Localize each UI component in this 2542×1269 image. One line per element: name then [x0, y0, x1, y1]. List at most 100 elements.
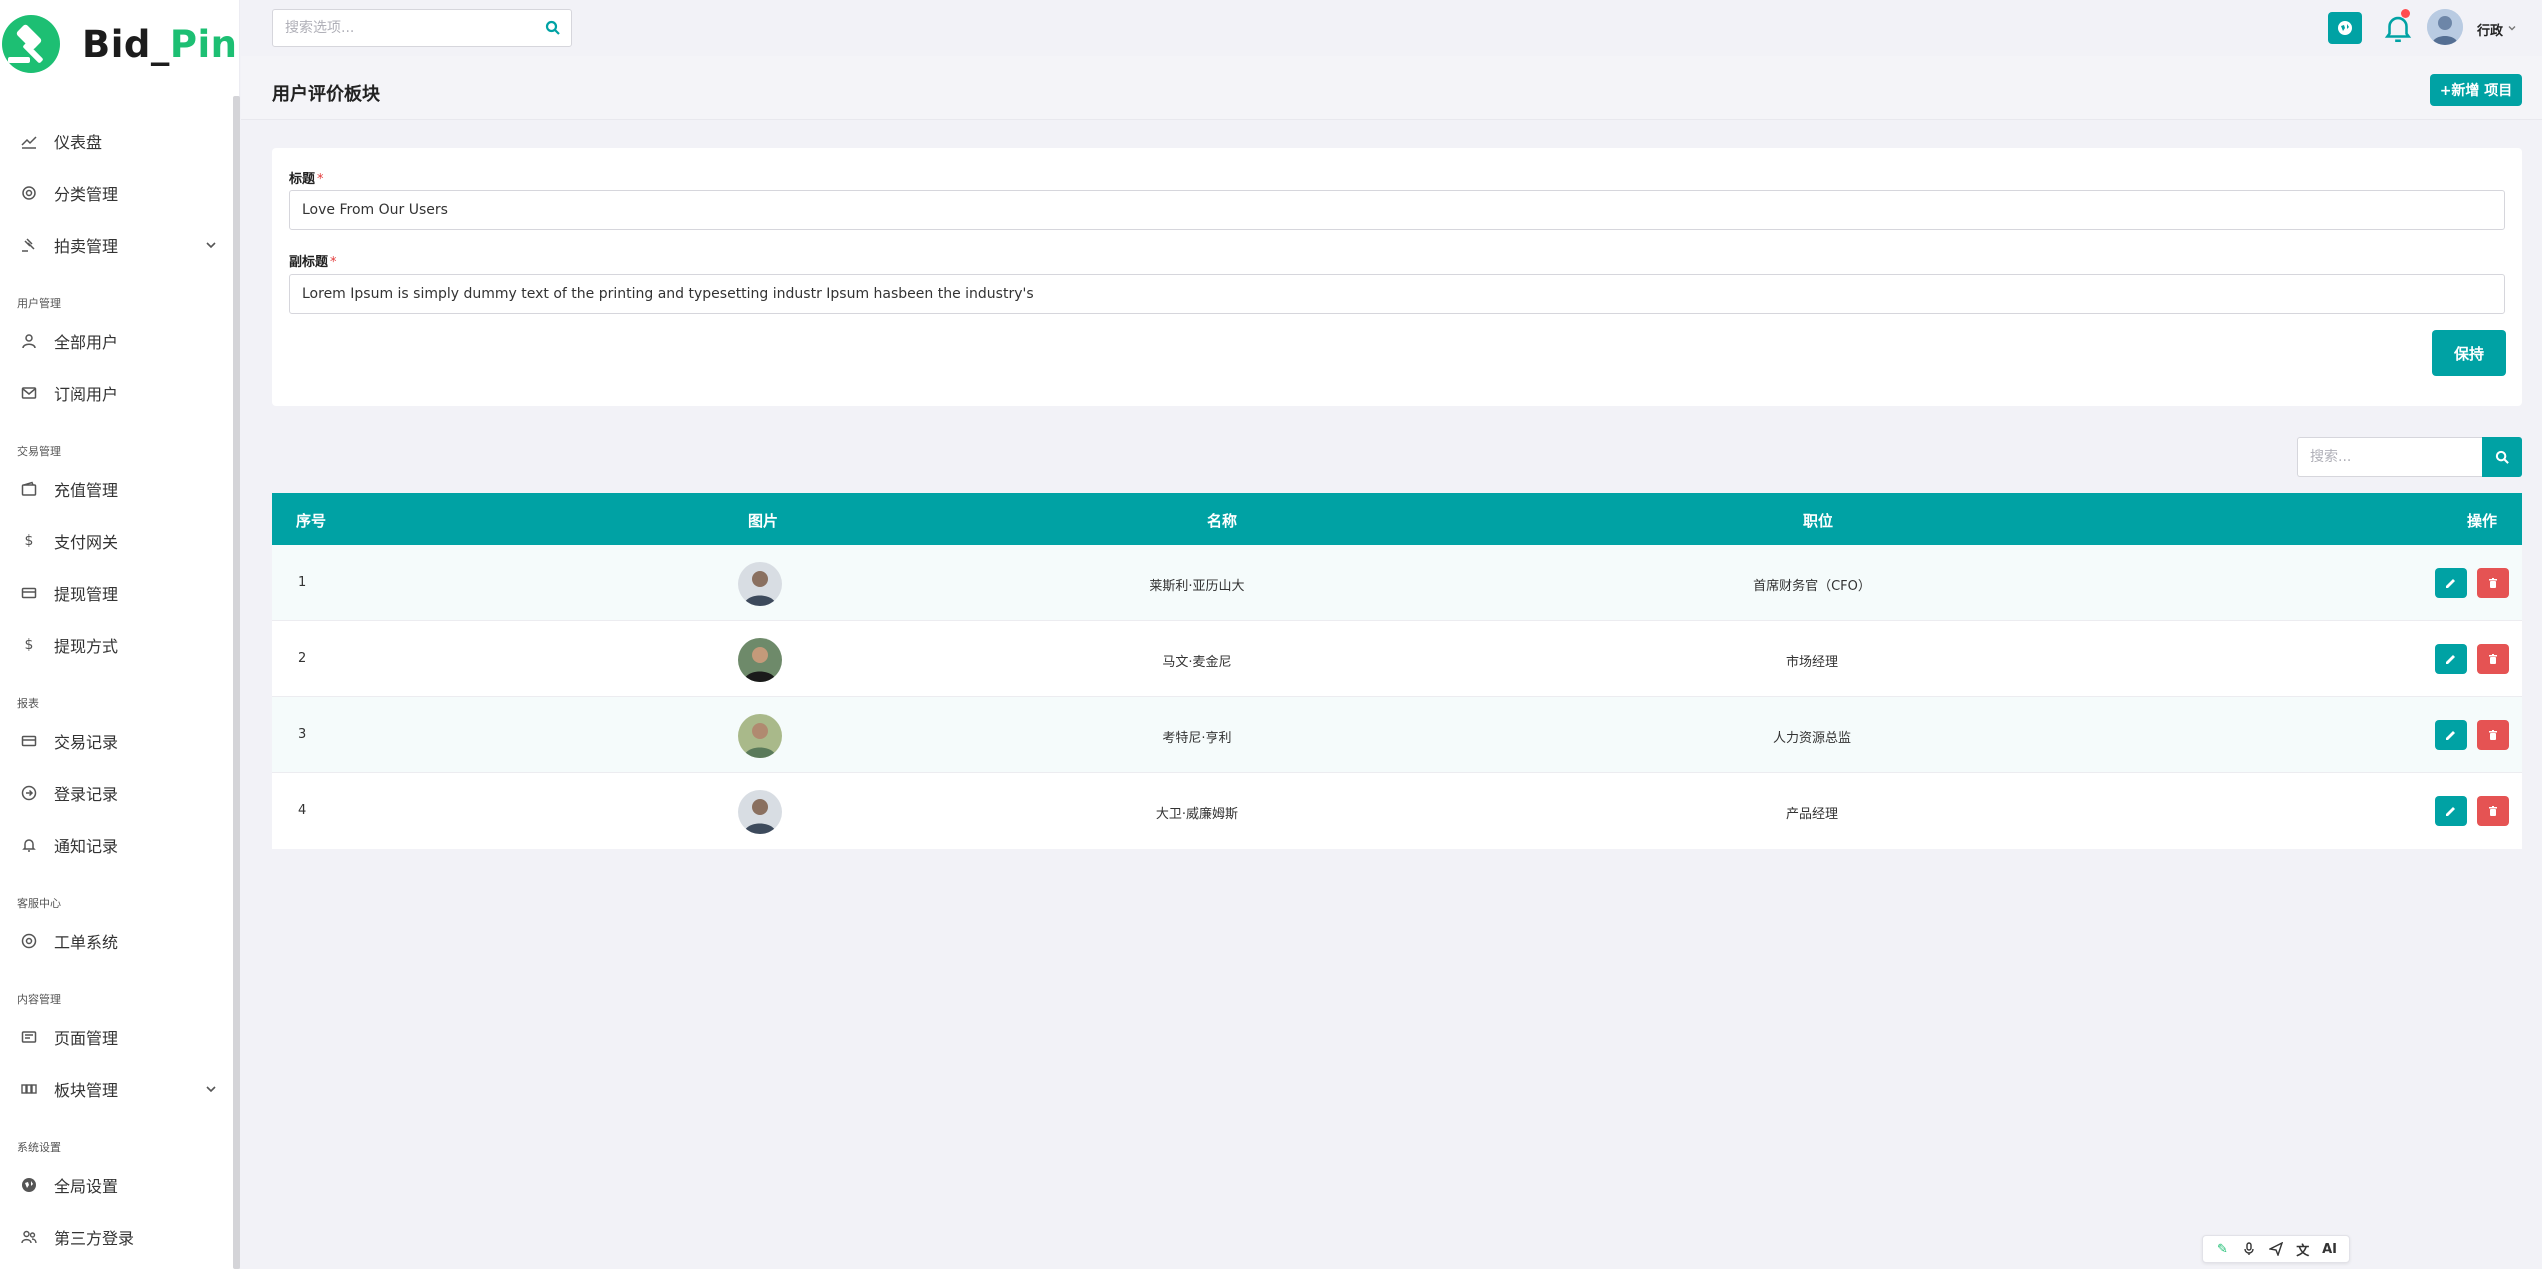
- chevron-down-icon[interactable]: [203, 237, 219, 253]
- topbar: 行政: [241, 0, 2542, 56]
- send-icon[interactable]: [2267, 1240, 2285, 1258]
- sidebar-item-dashboard[interactable]: 仪表盘: [0, 115, 233, 167]
- row-name: 莱斯利·亚历山大: [1149, 579, 1245, 594]
- save-button[interactable]: 保持: [2432, 330, 2506, 376]
- table-row: 3 考特尼·亨利 人力资源总监: [272, 697, 2522, 773]
- wallet-icon: [20, 480, 38, 498]
- search-icon[interactable]: [535, 10, 571, 46]
- pin-icon[interactable]: ✎: [2213, 1240, 2231, 1258]
- sidebar-item-all-users[interactable]: 全部用户: [0, 315, 233, 367]
- delete-button[interactable]: [2477, 644, 2509, 674]
- sidebar-item-transactions[interactable]: 交易记录: [0, 715, 233, 767]
- edit-button[interactable]: [2435, 644, 2467, 674]
- ai-button[interactable]: AI: [2321, 1240, 2339, 1258]
- dashboard-icon: [20, 132, 38, 150]
- sidebar-item-label: 支付网关: [54, 533, 119, 552]
- mail-icon: [20, 384, 38, 402]
- required-mark: *: [330, 255, 337, 270]
- bell-icon[interactable]: [2381, 11, 2415, 45]
- globe-icon: [20, 1176, 38, 1194]
- sidebar-item-label: 分类管理: [54, 185, 119, 204]
- sidebar-item-global-settings[interactable]: 全局设置: [0, 1159, 233, 1211]
- bell-icon: [20, 836, 38, 854]
- edit-button[interactable]: [2435, 720, 2467, 750]
- sidebar-item-label: 订阅用户: [54, 385, 119, 404]
- sidebar-item-deposits[interactable]: 充值管理: [0, 463, 233, 515]
- sidebar-item-label: 通知记录: [54, 837, 119, 856]
- sidebar-item-tickets[interactable]: 工单系统: [0, 915, 233, 967]
- row-position: 人力资源总监: [1772, 731, 1851, 746]
- global-search: [272, 9, 572, 47]
- section-form: 标题* 副标题* 保持: [272, 148, 2522, 406]
- header-actions: 操作: [2467, 512, 2498, 530]
- sidebar-item-withdraw-methods[interactable]: $ 提现方式: [0, 619, 233, 671]
- gavel-icon: [20, 236, 38, 254]
- sidebar-item-auction[interactable]: 拍卖管理: [0, 219, 233, 271]
- global-search-input[interactable]: [273, 10, 535, 46]
- logo[interactable]: Bid_Pin: [0, 12, 238, 76]
- table-search: [2297, 437, 2522, 477]
- sidebar-section-title: 内容管理: [17, 993, 61, 1006]
- sidebar-section-title: 交易管理: [17, 445, 61, 458]
- translate-icon[interactable]: 文: [2294, 1240, 2312, 1259]
- row-index: 1: [298, 575, 307, 590]
- subtitle-label: 副标题 *: [289, 251, 337, 270]
- sidebar-item-subscribers[interactable]: 订阅用户: [0, 367, 233, 419]
- chevron-down-icon[interactable]: [203, 1081, 219, 1097]
- chevron-down-icon[interactable]: [2506, 22, 2518, 34]
- sidebar-item-label: 仪表盘: [54, 133, 103, 152]
- gavel-logo-icon: [2, 15, 60, 73]
- grid-icon: [20, 1080, 38, 1098]
- delete-button[interactable]: [2477, 720, 2509, 750]
- sidebar-item-sections[interactable]: 板块管理: [0, 1063, 233, 1115]
- login-icon: [20, 784, 38, 802]
- subtitle-label-text: 副标题: [289, 255, 329, 270]
- table-search-input[interactable]: [2297, 437, 2482, 477]
- sidebar-section-title: 系统设置: [17, 1141, 61, 1154]
- sidebar-item-withdrawals[interactable]: 提现管理: [0, 567, 233, 619]
- sidebar-item-label: 提现管理: [54, 585, 119, 604]
- title-label-text: 标题: [289, 172, 316, 187]
- add-item-button[interactable]: +新增 项目: [2430, 74, 2522, 106]
- sidebar-item-label: 充值管理: [54, 481, 119, 500]
- trash-icon: [2489, 806, 2497, 816]
- avatar[interactable]: [2427, 9, 2463, 45]
- edit-button[interactable]: [2435, 568, 2467, 598]
- required-mark: *: [317, 172, 324, 187]
- sidebar-item-pages[interactable]: 页面管理: [0, 1011, 233, 1063]
- row-position: 产品经理: [1785, 807, 1838, 822]
- pencil-icon: [2446, 655, 2455, 664]
- microphone-icon[interactable]: [2240, 1240, 2258, 1258]
- sidebar-item-gateways[interactable]: $ 支付网关: [0, 515, 233, 567]
- user-name[interactable]: 行政: [2477, 20, 2503, 39]
- header-image: 图片: [748, 512, 779, 530]
- testimonial-table: 序号 图片 名称 职位 操作 1 莱斯利·亚历山大 首席财务官（CFO） 2 马…: [272, 493, 2522, 849]
- floating-toolbar: ✎ 文 AI: [2202, 1235, 2350, 1263]
- header-position: 职位: [1803, 512, 1834, 530]
- header-name: 名称: [1207, 512, 1238, 530]
- sidebar-item-notification-logs[interactable]: 通知记录: [0, 819, 233, 871]
- sidebar-item-login-logs[interactable]: 登录记录: [0, 767, 233, 819]
- language-button[interactable]: [2328, 12, 2362, 44]
- sidebar-scrollbar[interactable]: [233, 96, 240, 1269]
- table-row: 4 大卫·威廉姆斯 产品经理: [272, 773, 2522, 849]
- avatar: [738, 714, 782, 758]
- sidebar: Bid_Pin 仪表盘 分类管理 拍卖管理 用户管理 全部用户 订阅用户 交易管…: [0, 0, 240, 1269]
- sidebar-section-title: 客服中心: [17, 897, 61, 910]
- lifebuoy-icon: [20, 932, 38, 950]
- subtitle-input[interactable]: [289, 274, 2505, 314]
- sidebar-item-social-login[interactable]: 第三方登录: [0, 1211, 233, 1263]
- delete-button[interactable]: [2477, 568, 2509, 598]
- table-row: 2 马文·麦金尼 市场经理: [272, 621, 2522, 697]
- edit-button[interactable]: [2435, 796, 2467, 826]
- brand-part2: Pin: [169, 22, 238, 66]
- title-input[interactable]: [289, 190, 2505, 230]
- search-button[interactable]: [2482, 437, 2522, 477]
- row-position: 首席财务官（CFO）: [1753, 579, 1871, 594]
- avatar: [738, 638, 782, 682]
- user-icon: [20, 332, 38, 350]
- delete-button[interactable]: [2477, 796, 2509, 826]
- table-header: 序号 图片 名称 职位 操作: [272, 493, 2522, 545]
- search-icon: [2495, 450, 2509, 464]
- sidebar-item-category[interactable]: 分类管理: [0, 167, 233, 219]
